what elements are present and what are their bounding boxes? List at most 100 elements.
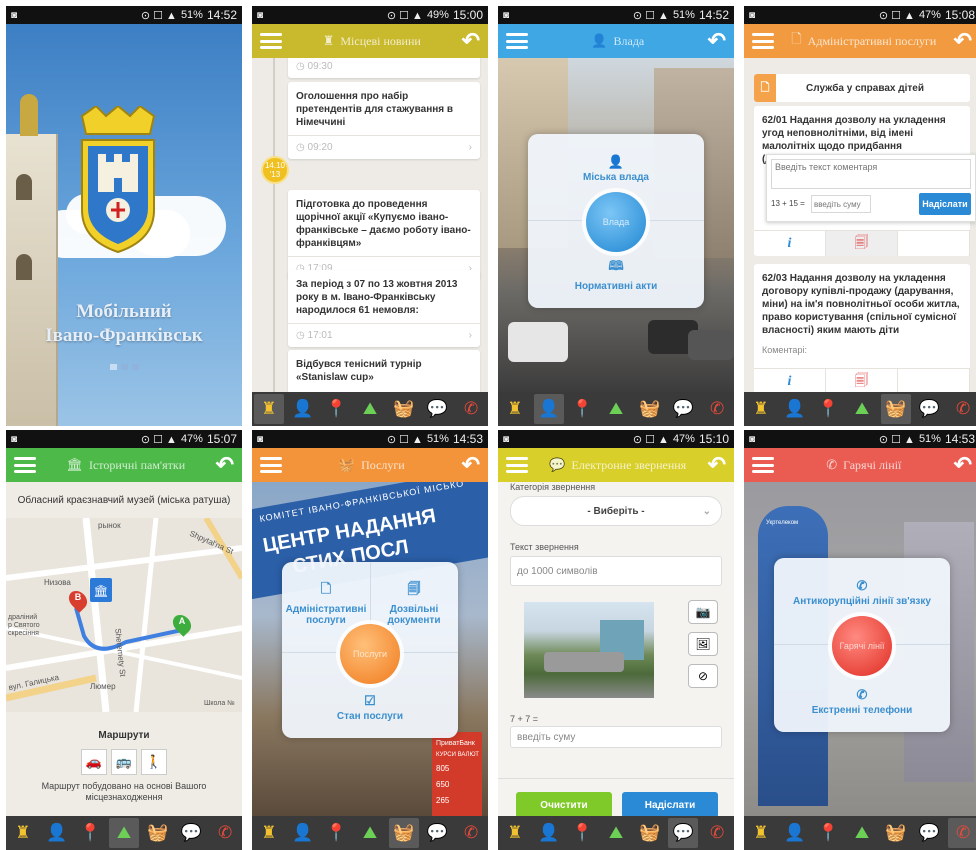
- service-card[interactable]: 62/03 Надання дозволу на укладення догов…: [754, 264, 970, 394]
- send-button[interactable]: Надіслати: [622, 792, 718, 818]
- landscape-icon[interactable]: ⛰: [847, 818, 877, 848]
- news-item[interactable]: За період з 07 по 13 жовтня 2013 року в …: [288, 270, 480, 347]
- menu-icon[interactable]: [506, 457, 528, 473]
- chat-icon[interactable]: 💬: [914, 818, 944, 848]
- news-item[interactable]: Оголошення про набір претендентів для ст…: [288, 82, 480, 159]
- chat-icon[interactable]: 💬: [422, 394, 452, 424]
- car-icon[interactable]: 🚗: [81, 749, 107, 775]
- menu-icon[interactable]: [752, 457, 774, 473]
- monument-icon[interactable]: ♜: [253, 394, 284, 424]
- user-icon[interactable]: 👤: [288, 394, 318, 424]
- back-icon[interactable]: ↶: [954, 30, 972, 52]
- app-bar: 🧺 Послуги ↶: [252, 448, 488, 482]
- admin-services-button[interactable]: 🗋 Адміністративні послуги: [282, 580, 370, 626]
- hotlines-center-button[interactable]: Гарячі лінії: [832, 616, 892, 676]
- monument-icon[interactable]: ♜: [500, 394, 530, 424]
- menu-icon[interactable]: [752, 33, 774, 49]
- authority-center-button[interactable]: Влада: [586, 192, 646, 252]
- phone-icon[interactable]: ✆: [456, 818, 486, 848]
- captcha-answer-input[interactable]: введіть суму: [510, 726, 722, 748]
- appeal-text-input[interactable]: до 1000 символів: [510, 556, 722, 586]
- camera-icon[interactable]: 📷: [688, 600, 718, 624]
- chat-icon[interactable]: 💬: [176, 818, 206, 848]
- monument-icon[interactable]: ♜: [746, 818, 776, 848]
- document-icon[interactable]: 🗐: [826, 231, 898, 256]
- phone-icon[interactable]: ✆: [702, 818, 732, 848]
- captcha-answer-input[interactable]: [811, 195, 871, 213]
- clear-button[interactable]: Очистити: [516, 792, 612, 818]
- back-icon[interactable]: ↶: [462, 454, 480, 476]
- comment-input[interactable]: [771, 159, 971, 189]
- chat-icon[interactable]: 💬: [914, 394, 944, 424]
- user-icon[interactable]: 👤: [533, 394, 564, 424]
- pin-icon[interactable]: 📍: [567, 394, 597, 424]
- user-icon[interactable]: 👤: [42, 818, 72, 848]
- basket-icon[interactable]: 🧺: [635, 818, 665, 848]
- anticorruption-lines-button[interactable]: ✆ Антикорупційні лінії зв'язку: [774, 578, 950, 607]
- back-icon[interactable]: ↶: [954, 454, 972, 476]
- gallery-icon[interactable]: 🖼: [688, 632, 718, 656]
- bus-icon[interactable]: 🚌: [111, 749, 137, 775]
- basket-icon[interactable]: 🧺: [143, 818, 173, 848]
- title-text: Електронне звернення: [571, 457, 687, 472]
- landscape-icon[interactable]: ⛰: [601, 394, 631, 424]
- document-icon[interactable]: 🗐: [826, 369, 898, 394]
- phone-icon[interactable]: ✆: [948, 394, 976, 424]
- back-icon[interactable]: ↶: [462, 30, 480, 52]
- landscape-icon[interactable]: ⛰: [355, 818, 385, 848]
- pin-icon[interactable]: 📍: [75, 818, 105, 848]
- basket-icon[interactable]: 🧺: [635, 394, 665, 424]
- landscape-icon[interactable]: ⛰: [601, 818, 631, 848]
- basket-icon[interactable]: 🧺: [881, 818, 911, 848]
- send-button[interactable]: Надіслати: [919, 193, 971, 215]
- phone-icon[interactable]: ✆: [948, 818, 976, 848]
- back-icon[interactable]: ↶: [216, 454, 234, 476]
- category-select[interactable]: - Виберіть - ⌄: [510, 496, 722, 526]
- basket-icon[interactable]: 🧺: [389, 394, 419, 424]
- basket-icon[interactable]: 🧺: [388, 818, 419, 848]
- info-icon[interactable]: i: [754, 369, 826, 394]
- permit-documents-button[interactable]: 🗐 Дозвільні документи: [370, 580, 458, 626]
- remove-photo-icon[interactable]: ⊘: [688, 664, 718, 688]
- normative-acts-button[interactable]: 🕮 Нормативні акти: [528, 257, 704, 292]
- landscape-icon[interactable]: ⛰: [847, 394, 877, 424]
- phone-icon[interactable]: ✆: [456, 394, 486, 424]
- user-icon[interactable]: 👤: [534, 818, 564, 848]
- news-item[interactable]: Відбувся тенісний турнір «Stanislaw cup»: [288, 350, 480, 392]
- walk-icon[interactable]: 🚶: [141, 749, 167, 775]
- chat-icon[interactable]: 💬: [668, 818, 699, 848]
- monument-icon[interactable]: ♜: [500, 818, 530, 848]
- pin-icon[interactable]: 📍: [567, 818, 597, 848]
- monument-icon[interactable]: ♜: [746, 394, 776, 424]
- phone-icon[interactable]: ✆: [210, 818, 240, 848]
- map-view[interactable]: 🏛 Низова рынок Shpytal'na St Sheremety S…: [6, 518, 242, 712]
- back-icon[interactable]: ↶: [708, 30, 726, 52]
- menu-icon[interactable]: [260, 457, 282, 473]
- chat-icon[interactable]: 💬: [668, 394, 698, 424]
- menu-icon[interactable]: [14, 457, 36, 473]
- pin-icon[interactable]: 📍: [813, 818, 843, 848]
- user-icon[interactable]: 👤: [780, 818, 810, 848]
- service-status-button[interactable]: ☑ Стан послуги: [282, 693, 458, 722]
- menu-icon[interactable]: [506, 33, 528, 49]
- emergency-phones-button[interactable]: ✆ Екстренні телефони: [774, 687, 950, 716]
- pin-icon[interactable]: 📍: [813, 394, 843, 424]
- news-item[interactable]: ◷ 09:30: [288, 58, 480, 78]
- landscape-icon[interactable]: ⛰: [108, 818, 139, 848]
- monument-icon[interactable]: ♜: [8, 818, 38, 848]
- basket-icon[interactable]: 🧺: [880, 394, 911, 424]
- user-icon[interactable]: 👤: [288, 818, 318, 848]
- pin-icon[interactable]: 📍: [321, 818, 351, 848]
- user-icon[interactable]: 👤: [780, 394, 810, 424]
- phone-icon[interactable]: ✆: [702, 394, 732, 424]
- services-center-button[interactable]: Послуги: [340, 624, 400, 684]
- info-icon[interactable]: i: [754, 231, 826, 256]
- news-item[interactable]: Підготовка до проведення щорічної акції …: [288, 190, 480, 280]
- landscape-icon[interactable]: ⛰: [355, 394, 385, 424]
- back-icon[interactable]: ↶: [708, 454, 726, 476]
- monument-icon[interactable]: ♜: [254, 818, 284, 848]
- chat-icon[interactable]: 💬: [422, 818, 452, 848]
- city-authority-button[interactable]: 👤 Міська влада: [528, 154, 704, 183]
- menu-icon[interactable]: [260, 33, 282, 49]
- pin-icon[interactable]: 📍: [321, 394, 351, 424]
